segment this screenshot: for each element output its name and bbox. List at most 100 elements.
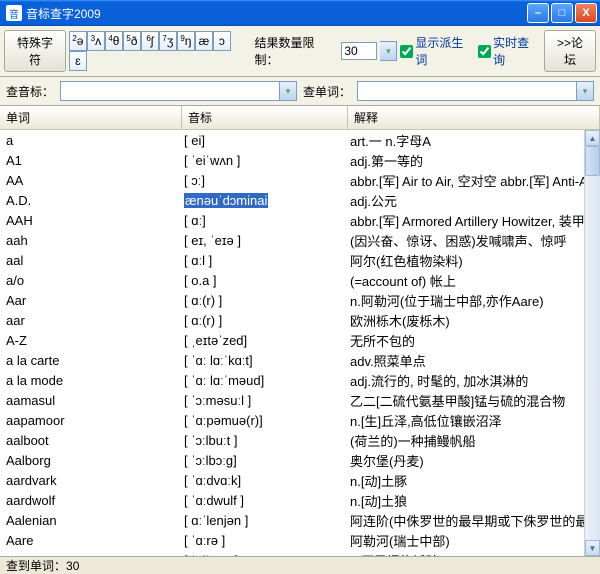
cell-word: AA	[0, 173, 182, 188]
status-bar: 查到单词： 30	[0, 556, 600, 574]
table-row[interactable]: A.D.ænəuˈdɔminaiadj.公元	[0, 190, 600, 210]
search-word-input[interactable]	[357, 81, 577, 101]
char-button[interactable]: 3ʌ	[87, 31, 105, 51]
table-row[interactable]: aalboot[ ˈɔːlbuːt ](荷兰的)一种捕鳗帆船	[0, 430, 600, 450]
table-row[interactable]: aal[ ɑːl ]阿尔(红色植物染料)	[0, 250, 600, 270]
cell-def: 乙二[二硫代氨基甲酸]锰与硫的混合物	[348, 391, 600, 410]
show-derived-checkbox[interactable]: 显示派生词	[400, 34, 475, 68]
cell-def: 阿连阶(中侏罗世的最早期或下侏罗世的最晚期地层)	[348, 511, 600, 530]
table-row[interactable]: A1[ ˈeiˈwʌn ]adj.第一等的	[0, 150, 600, 170]
cell-ipa: [ ˈɑːdwulf ]	[182, 493, 348, 508]
char-button[interactable]: æ	[195, 31, 213, 51]
table-row[interactable]: Aalborg[ ˈɔːlbɔːg]奥尔堡(丹麦)	[0, 450, 600, 470]
cell-ipa: [ ɑː(r) ]	[182, 293, 348, 308]
table-row[interactable]: aar[ ɑː(r) ]欧洲栎木(废栎木)	[0, 310, 600, 330]
cell-word: aamasul	[0, 393, 182, 408]
table-row[interactable]: Aare[ ˈɑːrə ]阿勒河(瑞士中部)	[0, 530, 600, 550]
col-def[interactable]: 解释	[348, 106, 600, 129]
char-button[interactable]: 9ŋ	[177, 31, 195, 51]
table-row[interactable]: aah[ eɪ, ˈeɪə ](因兴奋、惊讶、困惑)发喊啸声、惊呼	[0, 230, 600, 250]
search-word-dropdown[interactable]: ▾	[577, 81, 594, 101]
maximize-button[interactable]: □	[551, 3, 573, 23]
cell-word: aapamoor	[0, 413, 182, 428]
search-word-label: 查单词：	[303, 83, 351, 100]
cell-word: a la mode	[0, 373, 182, 388]
close-button[interactable]: X	[575, 3, 597, 23]
limit-label: 结果数量限制：	[255, 34, 339, 68]
toolbar: 特殊字符 2ə3ʌ4θ5ð6ʃ7ʒ9ŋæɔ ɛ 结果数量限制： ▾ 显示派生词 实…	[0, 26, 600, 77]
cell-ipa: [ ɑːˈlenjən ]	[182, 513, 348, 528]
forum-button[interactable]: >>论坛	[544, 30, 596, 72]
table-row[interactable]: A-Z[ ˌeɪtəˈzed]无所不包的	[0, 330, 600, 350]
limit-stepper[interactable]: ▾	[380, 41, 397, 61]
cell-ipa: [ ˈɑːpəmuə(r)]	[182, 413, 348, 428]
cell-ipa: [ ˈeiˈtest ]	[182, 553, 348, 557]
table-body[interactable]: a[ ei]art.一 n.字母AA1[ ˈeiˈwʌn ]adj.第一等的AA…	[0, 130, 600, 556]
cell-def: (荷兰的)一种捕鳗帆船	[348, 431, 600, 450]
scroll-down-icon[interactable]: ▼	[585, 540, 600, 556]
cell-ipa: [ ˈɔːlbuːt ]	[182, 433, 348, 448]
cell-def: 无所不包的	[348, 331, 600, 350]
cell-word: a la carte	[0, 353, 182, 368]
table-row[interactable]: aardwolf[ ˈɑːdwulf ]n.[动]土狼	[0, 490, 600, 510]
table-row[interactable]: AAH[ ɑː]abbr.[军] Armored Artillery Howit…	[0, 210, 600, 230]
table-row[interactable]: a la mode[ ˈɑː lɑːˈməud]adj.流行的, 时髦的, 加冰…	[0, 370, 600, 390]
table-row[interactable]: Aalenian[ ɑːˈlenjən ]阿连阶(中侏罗世的最早期或下侏罗世的最…	[0, 510, 600, 530]
table-row[interactable]: aardvark[ ˈɑːdvɑːk]n.[动]土豚	[0, 470, 600, 490]
cell-def: n.[动]土豚	[348, 471, 600, 490]
cell-word: Aare	[0, 533, 182, 548]
col-ipa[interactable]: 音标	[182, 106, 348, 129]
cell-def: n.阿勒河(位于瑞士中部,亦作Aare)	[348, 291, 600, 310]
titlebar: 音 音标查字2009 – □ X	[0, 0, 600, 26]
cell-ipa: [ ei]	[182, 133, 348, 148]
cell-def: adj.流行的, 时髦的, 加冰淇淋的	[348, 371, 600, 390]
cell-ipa: [ o.a ]	[182, 273, 348, 288]
cell-ipa: [ ˈɑːdvɑːk]	[182, 473, 348, 488]
cell-def: abbr.[军] Armored Artillery Howitzer, 装甲榴…	[348, 211, 600, 230]
limit-input[interactable]	[341, 42, 377, 60]
cell-ipa: [ ˈeiˈwʌn ]	[182, 153, 348, 168]
search-ipa-input[interactable]	[60, 81, 280, 101]
col-word[interactable]: 单词	[0, 106, 182, 129]
cell-ipa: [ ɑː(r) ]	[182, 313, 348, 328]
special-chars-button[interactable]: 特殊字符	[4, 30, 66, 72]
char-button[interactable]: 7ʒ	[159, 31, 177, 51]
live-query-checkbox[interactable]: 实时查询	[478, 34, 541, 68]
status-count-label: 查到单词：	[6, 557, 66, 574]
char-button[interactable]: 4θ	[105, 31, 123, 51]
table-row[interactable]: a/o[ o.a ](=account of) 帐上	[0, 270, 600, 290]
table-header: 单词 音标 解释	[0, 106, 600, 130]
table-row[interactable]: aamasul[ ˈɔːməsuːl ]乙二[二硫代氨基甲酸]锰与硫的混合物	[0, 390, 600, 410]
cell-word: aardwolf	[0, 493, 182, 508]
cell-word: Aar	[0, 293, 182, 308]
cell-word: A.D.	[0, 193, 182, 208]
cell-def: n.原子爆炸试验	[348, 551, 600, 557]
cell-word: A-Z	[0, 333, 182, 348]
cell-ipa: [ ɑːl ]	[182, 253, 348, 268]
app-icon: 音	[6, 5, 22, 21]
table-row[interactable]: aapamoor[ ˈɑːpəmuə(r)]n.[生]丘泽,高低位镶嵌沼泽	[0, 410, 600, 430]
table-row[interactable]: a[ ei]art.一 n.字母A	[0, 130, 600, 150]
cell-def: adj.第一等的	[348, 151, 600, 170]
char-button[interactable]: 5ð	[123, 31, 141, 51]
table-row[interactable]: AA[ ɔː]abbr.[军] Air to Air, 空对空 abbr.[军]…	[0, 170, 600, 190]
cell-word: a	[0, 133, 182, 148]
special-char-group: 2ə3ʌ4θ5ð6ʃ7ʒ9ŋæɔ ɛ	[69, 31, 249, 71]
scrollbar[interactable]: ▲ ▼	[584, 130, 600, 556]
cell-def: 欧洲栎木(废栎木)	[348, 311, 600, 330]
scroll-thumb[interactable]	[585, 146, 600, 176]
table-row[interactable]: a la carte[ ˈɑː lɑːˈkɑːt]adv.照菜单点	[0, 350, 600, 370]
char-button[interactable]: 2ə	[69, 31, 87, 51]
char-button[interactable]: ɛ	[69, 51, 87, 71]
scroll-up-icon[interactable]: ▲	[585, 130, 600, 146]
cell-def: 阿勒河(瑞士中部)	[348, 531, 600, 550]
minimize-button[interactable]: –	[527, 3, 549, 23]
table-row[interactable]: Aar[ ɑː(r) ]n.阿勒河(位于瑞士中部,亦作Aare)	[0, 290, 600, 310]
cell-ipa: ænəuˈdɔminai	[182, 193, 348, 208]
char-button[interactable]: 6ʃ	[141, 31, 159, 51]
cell-ipa: [ ˈɔːməsuːl ]	[182, 393, 348, 408]
table-row[interactable]: A-test[ ˈeiˈtest ]n.原子爆炸试验	[0, 550, 600, 556]
cell-def: n.[动]土狼	[348, 491, 600, 510]
char-button[interactable]: ɔ	[213, 31, 231, 51]
search-ipa-dropdown[interactable]: ▾	[280, 81, 297, 101]
